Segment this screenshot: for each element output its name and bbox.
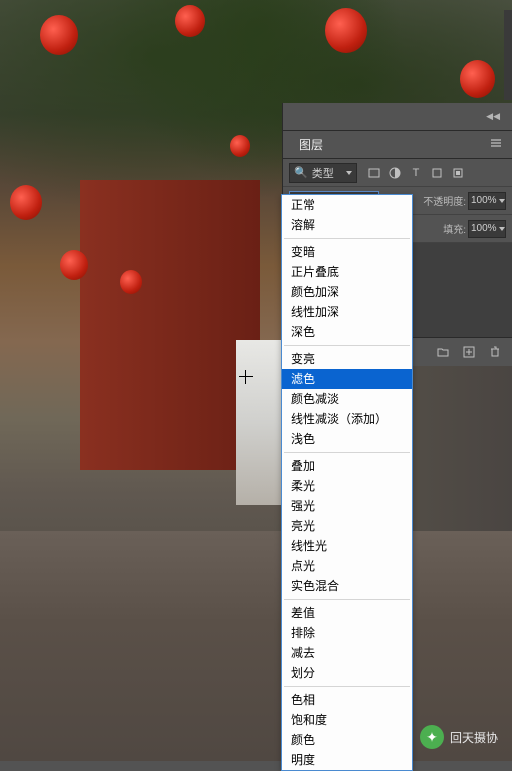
new-layer-icon[interactable] xyxy=(462,345,476,359)
blend-mode-option[interactable]: 颜色加深 xyxy=(282,282,412,302)
blend-mode-option[interactable]: 线性加深 xyxy=(282,302,412,322)
blend-mode-option[interactable]: 色相 xyxy=(282,690,412,710)
blend-mode-option[interactable]: 线性光 xyxy=(282,536,412,556)
panel-menu-button[interactable] xyxy=(486,137,506,152)
blend-mode-option[interactable]: 正常 xyxy=(282,195,412,215)
opacity-group: 不透明度: 100% xyxy=(423,192,506,210)
caret-down-icon xyxy=(499,199,505,203)
blend-mode-option[interactable]: 颜色减淡 xyxy=(282,389,412,409)
filter-type-select[interactable]: 🔍 类型 xyxy=(289,163,357,183)
blend-mode-option[interactable]: 点光 xyxy=(282,556,412,576)
filter-type-label: 类型 xyxy=(312,165,334,181)
dropdown-separator xyxy=(284,452,410,453)
blend-mode-option[interactable]: 变亮 xyxy=(282,349,412,369)
wechat-icon: ✦ xyxy=(420,725,444,749)
photo-lantern xyxy=(460,60,495,98)
photo-lantern xyxy=(40,15,78,55)
watermark-text: 回天摄协 xyxy=(450,729,498,746)
blend-mode-option[interactable]: 差值 xyxy=(282,603,412,623)
blend-mode-option[interactable]: 强光 xyxy=(282,496,412,516)
blend-mode-option[interactable]: 浅色 xyxy=(282,429,412,449)
opacity-input[interactable]: 100% xyxy=(468,192,506,210)
photo-lantern xyxy=(230,135,250,157)
caret-down-icon xyxy=(346,171,352,175)
blend-mode-option[interactable]: 变暗 xyxy=(282,242,412,262)
opacity-label[interactable]: 不透明度: xyxy=(423,193,466,208)
blend-mode-option[interactable]: 划分 xyxy=(282,663,412,683)
blend-mode-option[interactable]: 柔光 xyxy=(282,476,412,496)
dropdown-separator xyxy=(284,345,410,346)
watermark: ✦ 回天摄协 xyxy=(420,725,498,749)
scrollbar-vertical[interactable] xyxy=(504,10,512,100)
photo-lantern xyxy=(325,8,367,53)
photo-lantern xyxy=(60,250,88,280)
dropdown-separator xyxy=(284,686,410,687)
folder-icon[interactable] xyxy=(436,345,450,359)
blend-mode-dropdown[interactable]: 正常溶解变暗正片叠底颜色加深线性加深深色变亮滤色颜色减淡线性减淡（添加）浅色叠加… xyxy=(281,194,413,771)
filter-shape-icon[interactable] xyxy=(430,166,444,180)
photo-lantern xyxy=(120,270,142,294)
trash-icon[interactable] xyxy=(488,345,502,359)
tab-layers[interactable]: 图层 xyxy=(289,132,333,157)
filter-adjustment-icon[interactable] xyxy=(388,166,402,180)
fill-input[interactable]: 100% xyxy=(468,220,506,238)
photo-lantern xyxy=(10,185,42,220)
photo-lantern xyxy=(175,5,205,37)
filter-type-text-icon[interactable]: T xyxy=(409,166,423,180)
panel-tabs: 图层 xyxy=(283,131,512,159)
double-chevron-icon[interactable]: ◀◀ xyxy=(486,111,500,122)
blend-mode-option[interactable]: 线性减淡（添加） xyxy=(282,409,412,429)
photo-building xyxy=(80,180,260,470)
panel-header: ◀◀ xyxy=(283,103,512,131)
blend-mode-option[interactable]: 明度 xyxy=(282,750,412,770)
search-icon: 🔍 xyxy=(294,166,308,179)
blend-mode-option[interactable]: 饱和度 xyxy=(282,710,412,730)
photo-doorway xyxy=(236,340,286,505)
dropdown-separator xyxy=(284,238,410,239)
filter-icons: T xyxy=(367,166,465,180)
blend-mode-option[interactable]: 叠加 xyxy=(282,456,412,476)
blend-mode-option[interactable]: 实色混合 xyxy=(282,576,412,596)
blend-mode-option[interactable]: 亮光 xyxy=(282,516,412,536)
dropdown-separator xyxy=(284,599,410,600)
blend-mode-option[interactable]: 排除 xyxy=(282,623,412,643)
blend-mode-option[interactable]: 深色 xyxy=(282,322,412,342)
fill-label[interactable]: 填充: xyxy=(443,221,466,236)
fill-group: 填充: 100% xyxy=(443,220,506,238)
blend-mode-option[interactable]: 正片叠底 xyxy=(282,262,412,282)
filter-row: 🔍 类型 T xyxy=(283,159,512,187)
blend-mode-option[interactable]: 减去 xyxy=(282,643,412,663)
hamburger-icon xyxy=(490,137,502,149)
filter-pixel-icon[interactable] xyxy=(367,166,381,180)
caret-down-icon xyxy=(499,227,505,231)
blend-mode-option[interactable]: 溶解 xyxy=(282,215,412,235)
blend-mode-option[interactable]: 颜色 xyxy=(282,730,412,750)
filter-smartobject-icon[interactable] xyxy=(451,166,465,180)
blend-mode-option[interactable]: 滤色 xyxy=(282,369,412,389)
